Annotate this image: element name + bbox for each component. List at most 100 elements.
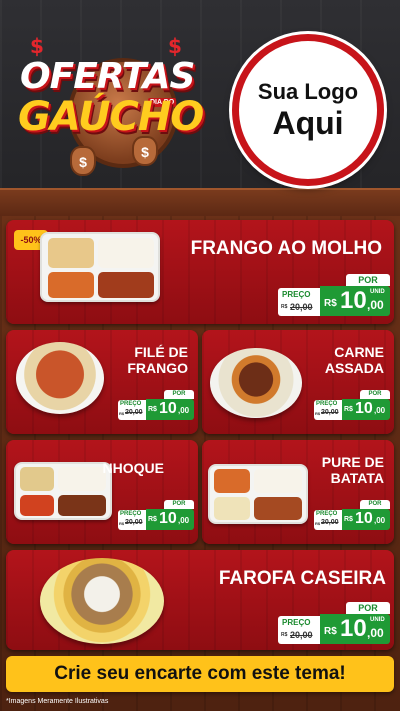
price-integer: 10	[340, 287, 367, 314]
product-name-line2: BATATA	[330, 470, 384, 487]
product-card-pure-de-batata[interactable]: PURE DE BATATA POR PREÇO R$ 20,00 R$ 10 …	[202, 440, 394, 544]
price-cents: ,00	[374, 406, 386, 415]
price-cents: ,00	[178, 516, 190, 525]
price-tag: POR PREÇO R$ 20,00 R$ 10 ,00	[314, 500, 390, 532]
preco-label: PREÇO	[282, 290, 311, 299]
product-name-line2: FRANGO	[127, 360, 188, 377]
price-tag: POR PREÇO R$ 20,00 R$ 10 ,00 UNID	[278, 274, 390, 318]
old-price: 20,00	[125, 409, 143, 416]
cta-banner[interactable]: Crie seu encarte com este tema!	[6, 656, 394, 692]
por-label: POR	[346, 274, 390, 286]
unit-label: UNID	[370, 289, 385, 295]
price-cents: ,00	[367, 298, 384, 312]
food-image-bowl	[16, 342, 104, 414]
product-name-line1: CARNE	[334, 344, 384, 360]
price-tag: POR PREÇO R$ 20,00 R$ 10 ,00	[118, 500, 194, 532]
currency: R$	[324, 298, 337, 309]
food-image-bowl	[40, 558, 164, 644]
price-cents: ,00	[178, 406, 190, 415]
old-currency: R$	[315, 411, 321, 416]
old-price-box: PREÇO R$ 20,00	[314, 400, 342, 420]
food-image-bowl	[210, 348, 302, 418]
price-integer: 10	[340, 615, 367, 642]
logo-placeholder[interactable]: Sua Logo Aqui	[232, 34, 384, 186]
product-name: FAROFA CASEIRA	[218, 568, 386, 589]
title-gaucho: GAÚCHO	[18, 94, 204, 140]
old-price: 20,00	[290, 630, 313, 640]
title-ofertas: OFERTAS	[20, 56, 195, 97]
new-price-box: R$ 10 ,00	[342, 509, 390, 530]
old-price-box: PREÇO R$ 20,00	[118, 400, 146, 420]
product-name: CARNE ASSADA	[325, 344, 384, 376]
old-price: 20,00	[321, 519, 339, 526]
product-card-file-de-frango[interactable]: FILÉ DE FRANGO POR PREÇO R$ 20,00 R$ 10 …	[6, 330, 198, 434]
por-label: POR	[360, 390, 390, 399]
old-price-box: PREÇO R$ 20,00	[314, 510, 342, 530]
disclaimer-footnote: *Imagens Meramente Ilustrativas	[6, 698, 109, 705]
old-price: 20,00	[321, 409, 339, 416]
new-price-box: R$ 10 ,00	[146, 399, 194, 420]
food-image-tray	[14, 462, 112, 520]
logo-text-line1: Sua Logo	[257, 78, 359, 104]
money-bag-icon: $	[70, 146, 96, 176]
preco-label: PREÇO	[120, 401, 142, 407]
title-badge: $ $ $ $ OFERTAS DIA DO GAÚCHO	[8, 28, 218, 188]
product-card-frango-ao-molho[interactable]: -50% FRANGO AO MOLHO POR PREÇO R$ 20,00 …	[6, 220, 394, 324]
price-tag: POR PREÇO R$ 20,00 R$ 10 ,00 UNID	[278, 602, 390, 646]
money-bag-icon: $	[132, 136, 158, 166]
price-integer: 10	[355, 510, 373, 527]
unit-label: UNID	[370, 617, 385, 623]
new-price-box: R$ 10 ,00 UNID	[320, 286, 390, 316]
new-price-box: R$ 10 ,00	[342, 399, 390, 420]
logo-text-line2: Aqui	[272, 104, 344, 141]
currency: R$	[344, 406, 353, 413]
product-name: NHOQUE	[102, 460, 164, 476]
por-label: POR	[164, 500, 194, 509]
currency: R$	[148, 516, 157, 523]
por-label: POR	[164, 390, 194, 399]
preco-label: PREÇO	[316, 511, 338, 517]
price-tag: POR PREÇO R$ 20,00 R$ 10 ,00	[314, 390, 390, 422]
preco-label: PREÇO	[316, 401, 338, 407]
product-name-line1: FILÉ DE	[134, 344, 188, 360]
dollar-icon: $	[168, 34, 182, 58]
product-name: FRANGO AO MOLHO	[190, 238, 382, 259]
price-cents: ,00	[367, 626, 384, 640]
old-price: 20,00	[125, 519, 143, 526]
price-integer: 10	[159, 400, 177, 417]
new-price-box: R$ 10 ,00 UNID	[320, 614, 390, 644]
currency: R$	[324, 626, 337, 637]
wood-strip	[0, 188, 400, 218]
old-price-box: PREÇO R$ 20,00	[118, 510, 146, 530]
product-card-farofa-caseira[interactable]: FAROFA CASEIRA POR PREÇO R$ 20,00 R$ 10 …	[6, 550, 394, 650]
old-currency: R$	[281, 632, 288, 638]
product-name-line2: ASSADA	[324, 360, 384, 377]
price-integer: 10	[159, 510, 177, 527]
old-price-box: PREÇO R$ 20,00	[278, 616, 320, 644]
price-integer: 10	[355, 400, 373, 417]
old-currency: R$	[281, 304, 288, 310]
old-price-box: PREÇO R$ 20,00	[278, 288, 320, 316]
old-price: 20,00	[290, 302, 313, 312]
old-currency: R$	[315, 521, 321, 526]
dollar-icon: $	[30, 34, 44, 58]
product-name: FILÉ DE FRANGO	[127, 344, 188, 376]
por-label: POR	[346, 602, 390, 614]
old-currency: R$	[119, 411, 125, 416]
product-name-line1: PURE DE	[321, 454, 384, 470]
preco-label: PREÇO	[282, 618, 311, 627]
price-tag: POR PREÇO R$ 20,00 R$ 10 ,00	[118, 390, 194, 422]
old-currency: R$	[119, 521, 125, 526]
flyer-page: $ $ $ $ OFERTAS DIA DO GAÚCHO Sua Logo A…	[0, 0, 400, 711]
food-image-tray	[208, 464, 308, 524]
food-image-tray	[40, 232, 160, 302]
preco-label: PREÇO	[120, 511, 142, 517]
por-label: POR	[360, 500, 390, 509]
new-price-box: R$ 10 ,00	[146, 509, 194, 530]
price-cents: ,00	[374, 516, 386, 525]
currency: R$	[148, 406, 157, 413]
product-card-nhoque[interactable]: NHOQUE POR PREÇO R$ 20,00 R$ 10 ,00	[6, 440, 198, 544]
product-card-carne-assada[interactable]: CARNE ASSADA POR PREÇO R$ 20,00 R$ 10 ,0…	[202, 330, 394, 434]
currency: R$	[344, 516, 353, 523]
product-name: PURE DE BATATA	[322, 454, 384, 486]
